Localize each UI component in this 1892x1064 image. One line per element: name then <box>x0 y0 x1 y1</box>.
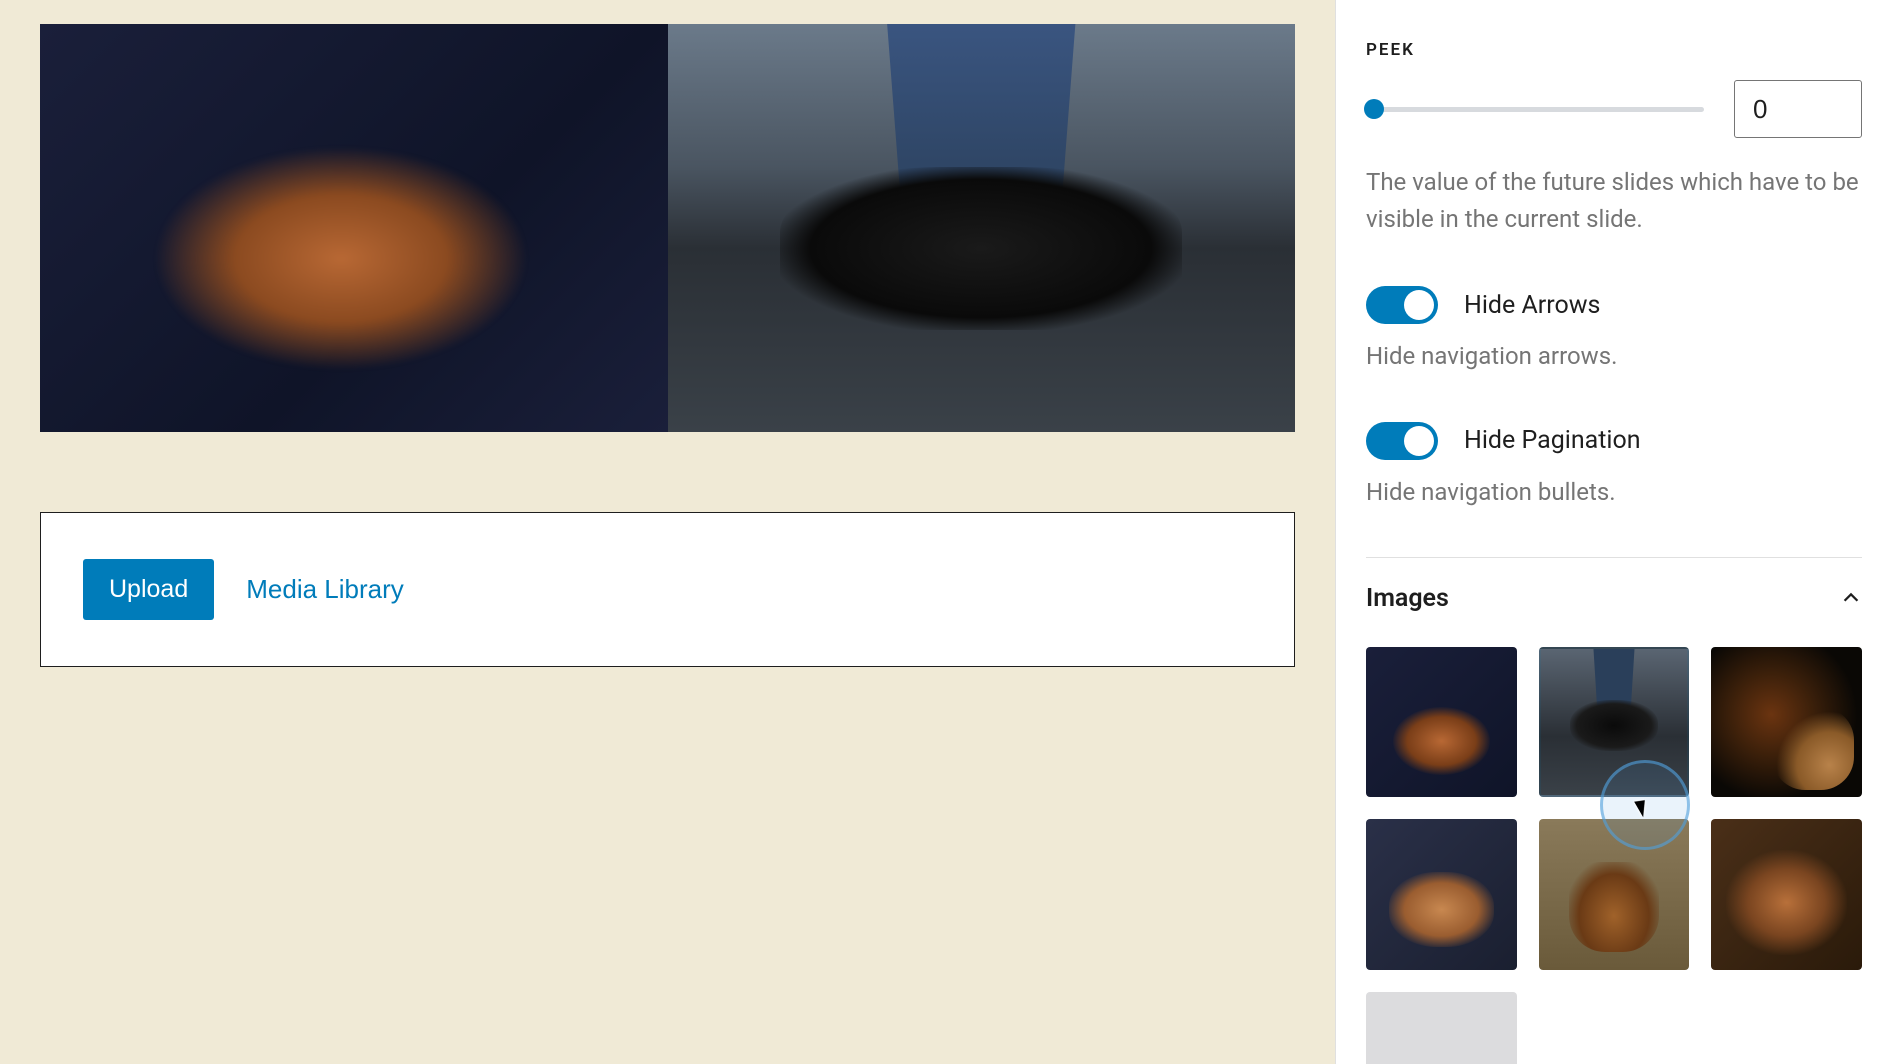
image-thumb-5[interactable] <box>1539 819 1690 970</box>
media-placeholder: Upload Media Library <box>40 512 1295 667</box>
slide-1[interactable] <box>40 24 668 432</box>
editor-canvas: Upload Media Library <box>0 0 1335 1064</box>
peek-help-text: The value of the future slides which hav… <box>1366 164 1862 238</box>
hide-pagination-label: Hide Pagination <box>1464 426 1641 455</box>
slide-2[interactable] <box>668 24 1296 432</box>
images-panel-header[interactable]: Images <box>1366 557 1862 633</box>
peek-label: PEEK <box>1366 40 1862 60</box>
hide-pagination-toggle[interactable] <box>1366 422 1438 460</box>
peek-slider-thumb[interactable] <box>1364 99 1384 119</box>
media-library-button[interactable]: Media Library <box>246 574 404 605</box>
hide-arrows-toggle[interactable] <box>1366 286 1438 324</box>
image-thumb-4[interactable] <box>1366 819 1517 970</box>
upload-button[interactable]: Upload <box>83 559 214 620</box>
hide-arrows-row: Hide Arrows <box>1366 286 1862 324</box>
settings-sidebar: PEEK The value of the future slides whic… <box>1335 0 1892 1064</box>
peek-input[interactable] <box>1734 80 1862 138</box>
image-thumb-1[interactable] <box>1366 647 1517 798</box>
image-thumb-2[interactable] <box>1539 647 1690 798</box>
peek-slider[interactable] <box>1366 107 1704 112</box>
peek-control-row <box>1366 80 1862 138</box>
images-panel-title: Images <box>1366 584 1449 613</box>
images-thumbnail-grid: + <box>1366 647 1862 1064</box>
slider-preview[interactable] <box>40 24 1295 432</box>
image-thumb-6[interactable] <box>1711 819 1862 970</box>
hide-arrows-label: Hide Arrows <box>1464 291 1600 320</box>
hide-arrows-help: Hide navigation arrows. <box>1366 338 1862 375</box>
hide-pagination-row: Hide Pagination <box>1366 422 1862 460</box>
hide-pagination-help: Hide navigation bullets. <box>1366 474 1862 511</box>
image-thumb-3[interactable] <box>1711 647 1862 798</box>
chevron-up-icon <box>1840 587 1862 609</box>
add-image-button[interactable]: + <box>1366 992 1517 1064</box>
